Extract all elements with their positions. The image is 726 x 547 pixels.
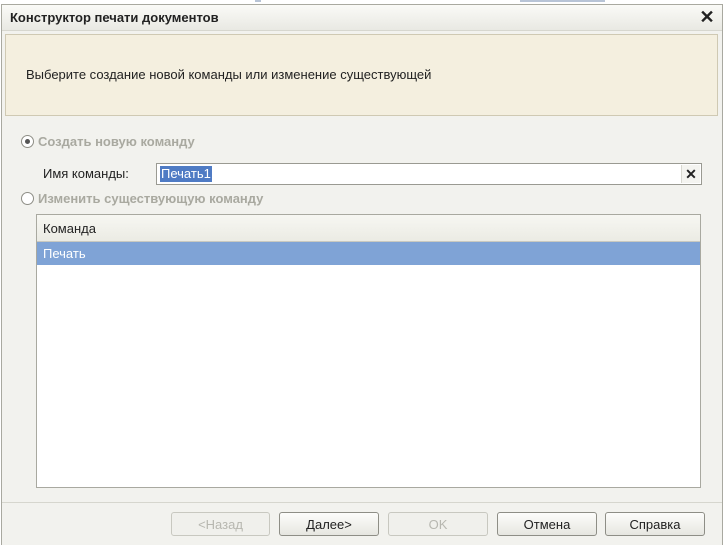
cancel-button[interactable]: Отмена — [497, 512, 597, 536]
close-icon[interactable]: ✕ — [697, 7, 717, 27]
print-constructor-dialog: Конструктор печати документов ✕ Выберите… — [1, 4, 723, 545]
info-panel: Выберите создание новой команды или изме… — [5, 34, 718, 116]
title-bar: Конструктор печати документов ✕ — [2, 5, 722, 31]
next-button[interactable]: Далее> — [279, 512, 379, 536]
back-button[interactable]: <Назад — [171, 512, 270, 536]
button-bar: <Назад Далее> OK Отмена Справка — [2, 502, 722, 545]
table-header[interactable]: Команда — [37, 215, 700, 242]
table-cell-command: Печать — [43, 246, 86, 261]
commands-table: Команда Печать — [36, 214, 701, 488]
command-name-field[interactable]: Печать1 ✕ — [156, 163, 702, 185]
radio-unchecked-icon — [21, 192, 34, 205]
table-row[interactable]: Печать — [37, 242, 700, 265]
create-command-label: Создать новую команду — [38, 134, 195, 149]
change-command-radio[interactable]: Изменить существующую команду — [21, 191, 263, 206]
clear-icon[interactable]: ✕ — [681, 165, 700, 183]
command-name-label: Имя команды: — [43, 166, 129, 181]
create-command-radio[interactable]: Создать новую команду — [21, 134, 195, 149]
ok-button[interactable]: OK — [388, 512, 488, 536]
info-text: Выберите создание новой команды или изме… — [26, 67, 432, 82]
dialog-title: Конструктор печати документов — [10, 10, 219, 25]
column-header-command: Команда — [43, 221, 96, 236]
help-button[interactable]: Справка — [605, 512, 705, 536]
command-name-input[interactable] — [158, 165, 680, 183]
change-command-label: Изменить существующую команду — [38, 191, 264, 206]
radio-checked-icon — [21, 135, 34, 148]
